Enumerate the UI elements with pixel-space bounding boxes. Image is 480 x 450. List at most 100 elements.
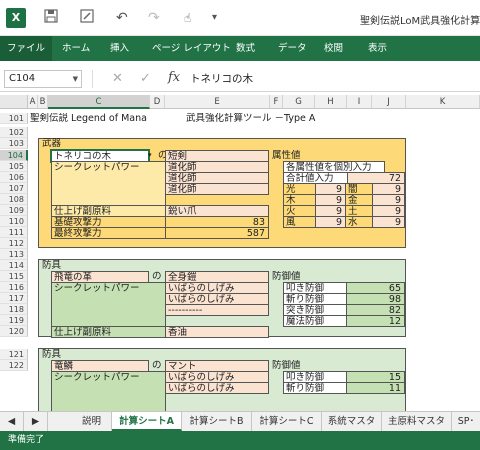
column-header[interactable]: F bbox=[270, 95, 283, 109]
save-icon[interactable] bbox=[44, 9, 58, 28]
column-header[interactable]: I bbox=[347, 95, 372, 109]
armor1-of: の bbox=[152, 271, 162, 282]
weapon-secret-label: シークレットパワー bbox=[51, 161, 166, 206]
row-header[interactable]: 101 bbox=[0, 113, 28, 124]
enter-icon[interactable]: ✓ bbox=[140, 70, 151, 88]
window-title: 聖剣伝説LoM武具強化計算機 bbox=[360, 16, 480, 27]
armor1-secret-3[interactable]: ---------- bbox=[165, 304, 269, 316]
armor1-section-title: 防具 bbox=[42, 260, 62, 271]
sheet-tab-description[interactable]: 説明 bbox=[72, 412, 112, 431]
chevron-down-icon[interactable]: ▼ bbox=[73, 71, 78, 87]
title-bar: X ↶ ↷ ☝ ▾ 聖剣伝説LoM武具強化計算機 bbox=[0, 0, 480, 36]
ribbon-tabs: ファイル ホーム 挿入 ページ レイアウト 数式 データ 校閲 表示 bbox=[0, 36, 480, 61]
sheet-tab-calc-b[interactable]: 計算シートB bbox=[182, 412, 252, 431]
row-header[interactable]: 120 bbox=[0, 326, 28, 337]
row-header[interactable]: 108 bbox=[0, 194, 28, 205]
sheet-tab-calc-c[interactable]: 計算シートC bbox=[252, 412, 322, 431]
row-header[interactable]: 102 bbox=[0, 127, 28, 138]
column-header[interactable]: D bbox=[150, 95, 165, 109]
attr-name: 水 bbox=[345, 216, 373, 228]
status-bar: 準備完了 bbox=[0, 431, 480, 450]
def-name: 魔法防御 bbox=[283, 315, 347, 327]
weapon-secret-3[interactable]: 道化師 bbox=[165, 183, 269, 195]
weapon-final-value: 587 bbox=[165, 227, 269, 239]
row-header[interactable]: 111 bbox=[0, 227, 28, 238]
sheet-tab-calc-a[interactable]: 計算シートA bbox=[112, 412, 182, 431]
column-header[interactable]: C bbox=[48, 95, 150, 109]
row-header[interactable]: 104 bbox=[0, 150, 28, 161]
column-header[interactable]: K bbox=[406, 95, 480, 109]
attr-value[interactable]: 9 bbox=[372, 216, 405, 228]
armor1-finish-label: 仕上げ副原料 bbox=[51, 326, 166, 338]
row-header[interactable]: 105 bbox=[0, 161, 28, 172]
def-name: 斬り防御 bbox=[283, 382, 347, 394]
armor2-of: の bbox=[152, 360, 162, 371]
row-header[interactable]: 112 bbox=[0, 238, 28, 249]
select-all-corner[interactable] bbox=[0, 95, 28, 109]
row-header[interactable]: 113 bbox=[0, 249, 28, 260]
row-header[interactable]: 115 bbox=[0, 271, 28, 282]
def-value: 12 bbox=[346, 315, 405, 327]
tab-page-layout[interactable]: ページ レイアウト bbox=[152, 36, 231, 61]
attr-value[interactable]: 9 bbox=[315, 216, 346, 228]
tab-formulas[interactable]: 数式 bbox=[236, 36, 255, 61]
row-header[interactable]: 116 bbox=[0, 282, 28, 293]
tab-view[interactable]: 表示 bbox=[368, 36, 387, 61]
sheet-tab-material-master[interactable]: 主原料マスタ bbox=[382, 412, 452, 431]
prev-sheet-icon[interactable]: ◀ bbox=[0, 412, 24, 431]
divider bbox=[92, 70, 93, 88]
column-header[interactable]: B bbox=[38, 95, 48, 109]
tab-home[interactable]: ホーム bbox=[62, 36, 90, 61]
row-header[interactable]: 114 bbox=[0, 260, 28, 271]
worksheet-grid[interactable]: ABCDEFGHIJK 101 102 103 104 105 106 107 108 109 1… bbox=[0, 95, 480, 411]
cancel-icon[interactable]: ✕ bbox=[112, 70, 123, 88]
edit-icon[interactable] bbox=[80, 9, 94, 28]
row-header[interactable]: 106 bbox=[0, 172, 28, 183]
row-header[interactable]: 121 bbox=[0, 349, 28, 360]
column-header[interactable]: J bbox=[372, 95, 406, 109]
function-icon[interactable]: fx bbox=[168, 69, 180, 87]
tab-insert[interactable]: 挿入 bbox=[110, 36, 129, 61]
column-header[interactable]: H bbox=[315, 95, 347, 109]
name-box[interactable]: C104 ▼ bbox=[4, 70, 82, 88]
tab-review[interactable]: 校閲 bbox=[324, 36, 343, 61]
row-header[interactable]: 110 bbox=[0, 216, 28, 227]
tab-data[interactable]: データ bbox=[278, 36, 307, 61]
next-sheet-icon[interactable]: ▶ bbox=[24, 412, 48, 431]
column-header[interactable]: A bbox=[28, 95, 38, 109]
weapon-final-label: 最終攻撃力 bbox=[51, 227, 166, 239]
chevron-down-icon[interactable]: ▾ bbox=[146, 150, 156, 161]
redo-icon[interactable]: ↷ bbox=[148, 9, 160, 27]
formula-input[interactable]: トネリコの木 bbox=[190, 70, 253, 88]
row-header[interactable]: 122 bbox=[0, 360, 28, 371]
undo-icon[interactable]: ↶ bbox=[116, 9, 128, 27]
column-header[interactable]: E bbox=[165, 95, 270, 109]
row-header[interactable]: 119 bbox=[0, 315, 28, 326]
tab-file[interactable]: ファイル bbox=[0, 36, 53, 61]
weapon-attr-label: 属性値 bbox=[272, 150, 301, 161]
row-header[interactable]: 107 bbox=[0, 183, 28, 194]
armor1-def-label: 防御値 bbox=[272, 271, 301, 282]
armor2-def-label: 防御値 bbox=[272, 360, 301, 371]
armor2-secret-label: シークレットパワー bbox=[51, 371, 166, 411]
row-header[interactable]: 103 bbox=[0, 138, 28, 149]
armor2-secret-2[interactable]: いばらのしげみ bbox=[165, 382, 269, 394]
customize-icon[interactable]: ▾ bbox=[212, 9, 217, 27]
row-header[interactable]: 109 bbox=[0, 205, 28, 216]
column-header[interactable]: G bbox=[283, 95, 315, 109]
weapon-section-title: 武器 bbox=[42, 138, 62, 149]
armor2-section-title: 防具 bbox=[42, 349, 62, 360]
sheet-tab-lineage-master[interactable]: 系統マスタ bbox=[322, 412, 382, 431]
excel-icon: X bbox=[6, 8, 26, 28]
row-header[interactable]: 118 bbox=[0, 304, 28, 315]
formula-bar: C104 ▼ ✕ ✓ fx トネリコの木 bbox=[0, 66, 480, 92]
attr-name: 風 bbox=[283, 216, 316, 228]
sheet-tab-sp[interactable]: SP･ bbox=[452, 412, 480, 431]
touch-icon[interactable]: ☝ bbox=[184, 9, 191, 27]
def-value: 11 bbox=[346, 382, 405, 394]
sheet-tabs-bar: ◀ ▶ 説明 計算シートA 計算シートB 計算シートC 系統マスタ 主原料マスタ… bbox=[0, 411, 480, 431]
sheet-subtitle: 武具強化計算ツール －Type A bbox=[186, 113, 316, 124]
row-header[interactable]: 117 bbox=[0, 293, 28, 304]
armor1-finish-cell[interactable]: 香油 bbox=[165, 326, 269, 338]
armor1-secret-label: シークレットパワー bbox=[51, 282, 166, 327]
